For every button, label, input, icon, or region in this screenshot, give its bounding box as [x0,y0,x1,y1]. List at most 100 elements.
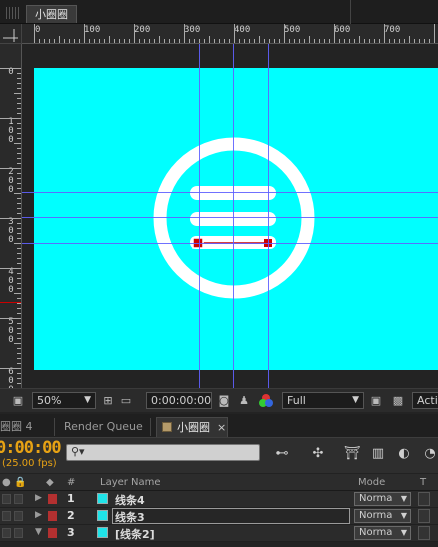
visibility-switch[interactable] [2,511,11,521]
show-snapshot-icon[interactable]: ♟ [236,393,252,408]
current-time-field[interactable]: 0:00:00:00 [146,392,212,409]
ruler-tick [224,39,225,43]
zoom-dropdown[interactable]: 50% ▼ [32,392,96,409]
lock-switch[interactable] [14,528,23,538]
label-color-swatch[interactable] [48,511,57,521]
column-header-trkmat[interactable]: T [420,476,426,489]
tab-timeline-other[interactable]: 圈圈 4 [0,417,39,437]
ruler-tick [134,24,135,43]
comp-mini-flowchart-icon[interactable]: ⊷ [272,445,292,462]
twirl-icon[interactable]: ▶ [35,493,42,503]
ruler-tick [17,338,21,339]
ruler-tick [17,98,21,99]
guide-vertical[interactable] [233,44,234,388]
ruler-tick [274,39,275,43]
lock-icon[interactable]: 🔒 [14,476,26,489]
enable-frame-blending-icon[interactable]: ▥ [368,445,388,462]
horizontal-ruler[interactable]: 0 100 200 300 400 500 600 700 [22,24,438,44]
layer-name[interactable]: [线条2] [115,526,155,542]
visibility-switch[interactable] [2,528,11,538]
label-tag-icon[interactable]: ◆ [46,476,54,489]
always-preview-icon[interactable]: ▣ [10,393,26,408]
region-of-interest-icon[interactable]: ▣ [368,393,384,408]
layer-column-header: ● 🔒 ◆ # Layer Name Mode T [0,474,438,491]
ruler-tick [189,39,190,43]
layer-name[interactable]: 线条4 [115,492,145,508]
ruler-corner[interactable] [0,24,22,44]
ruler-tick [49,39,50,43]
ruler-tick [239,39,240,43]
tab-timeline-active[interactable]: 小圈圈 × [156,417,228,437]
ruler-tick [17,378,21,379]
ruler-tick [74,39,75,43]
motion-blur-icon[interactable]: ◐ [394,445,414,462]
twirl-icon[interactable]: ▼ [35,527,42,537]
ruler-tick [409,36,410,43]
blend-mode-dropdown[interactable]: Norma ▼ [354,492,411,506]
column-header-mode[interactable]: Mode [358,476,385,489]
label-color-swatch[interactable] [48,528,57,538]
track-matte-cell[interactable] [418,509,430,523]
ruler-h-label: 500 [284,25,301,35]
shape-layer-icon [97,493,108,504]
layer-name[interactable]: 线条3 [115,509,145,525]
timeline-current-time[interactable]: 0:00:00 [0,438,62,458]
layer-row[interactable]: ▶ 1 线条4 Norma ▼ [0,491,438,508]
guide-vertical[interactable] [268,44,269,388]
ruler-tick [14,93,21,94]
transparency-grid-icon[interactable]: ▩ [390,393,406,408]
draft-3d-icon[interactable]: ✣ [308,445,328,462]
blend-mode-dropdown[interactable]: Norma ▼ [354,509,411,523]
graph-editor-icon[interactable]: ◔ [420,445,438,462]
ruler-tick [17,213,21,214]
track-matte-cell[interactable] [418,526,430,540]
ruler-tick [14,243,21,244]
ruler-tick [359,36,360,43]
ruler-tick [17,138,21,139]
ruler-tick [229,39,230,43]
blend-mode-dropdown[interactable]: Norma ▼ [354,526,411,540]
column-header-layer-name[interactable]: Layer Name [100,476,161,489]
ruler-tick [17,103,21,104]
av-features-icon[interactable]: ● [2,476,11,489]
ruler-tick [154,39,155,43]
composition-canvas[interactable] [34,68,438,370]
label-color-swatch[interactable] [48,494,57,504]
composition-viewer[interactable] [22,44,438,388]
close-icon[interactable]: × [217,418,226,437]
snapshot-camera-icon[interactable]: ◙ [216,393,232,408]
hide-shy-layers-icon[interactable]: ⛩ [342,445,362,462]
ruler-tick [17,223,21,224]
channel-rgb-icon[interactable] [258,393,274,408]
active-camera-dropdown[interactable]: Acti [412,392,438,409]
ruler-tick [209,36,210,43]
resolution-dropdown[interactable]: Full ▼ [282,392,364,409]
layer-row[interactable]: ▼ 3 [线条2] Norma ▼ [0,525,438,542]
guide-vertical[interactable] [199,44,200,388]
track-matte-cell[interactable] [418,492,430,506]
twirl-icon[interactable]: ▶ [35,510,42,520]
layer-search-input[interactable]: ⚲▾ [66,444,260,461]
guide-horizontal[interactable] [22,192,438,193]
title-action-safe-icon[interactable]: ⊞ [100,393,116,408]
panel-grip-icon[interactable] [6,7,20,19]
tab-composition[interactable]: 小圈圈 [26,5,77,23]
tab-render-queue[interactable]: Render Queue [58,417,149,437]
vertical-ruler[interactable]: 0 100 200 300 400 500 600 [0,44,22,388]
blend-mode-value: Norma [359,493,393,504]
ruler-v-label: 300 [8,217,14,245]
lock-switch[interactable] [14,511,23,521]
visibility-switch[interactable] [2,494,11,504]
blend-mode-value: Norma [359,510,393,521]
ruler-v-label: 600 [8,367,14,389]
ruler-tick [434,24,435,43]
layer-name-edit-field[interactable] [112,508,350,524]
lock-switch[interactable] [14,494,23,504]
ruler-tick [174,39,175,43]
toggle-mask-icon[interactable]: ▭ [118,393,134,408]
guide-horizontal[interactable] [22,243,438,244]
layer-row-selected[interactable]: ▶ 2 线条3 Norma ▼ [0,508,438,525]
ruler-tick [17,348,21,349]
ruler-tick [0,118,21,119]
guide-horizontal[interactable] [22,217,438,218]
